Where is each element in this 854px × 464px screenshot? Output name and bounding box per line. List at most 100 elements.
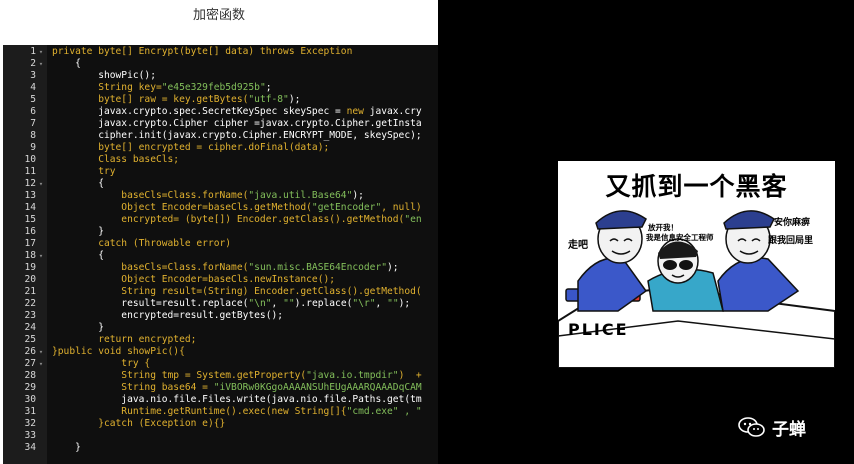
fold-toggle-icon[interactable]: ▾	[37, 358, 45, 370]
code-text: }catch (Exception e){}	[52, 418, 225, 430]
code-line: 2 ▾ {	[3, 58, 438, 70]
code-text: java.nio.file.Files.write(java.nio.file.…	[52, 394, 422, 406]
code-token: catch (Throwable error)	[52, 238, 232, 249]
watermark: 子蝉	[738, 414, 806, 440]
code-token: Runtime.getRuntime().exec(	[52, 406, 272, 417]
line-number: 24	[24, 322, 36, 333]
line-number: 4	[30, 82, 36, 93]
code-token: try {	[52, 358, 151, 369]
code-line: 7 javax.crypto.Cipher cipher =javax.cryp…	[3, 118, 438, 130]
code-text: }	[52, 322, 104, 334]
line-number: 25	[24, 334, 36, 345]
fold-toggle-icon[interactable]: ▾	[37, 58, 45, 70]
code-token: "\r"	[352, 298, 376, 309]
code-token: cipher.init(javax.crypto.Cipher.ENCRYPT_…	[52, 130, 422, 141]
line-number: 1	[30, 46, 36, 57]
code-token: result=result.replace(	[52, 298, 249, 309]
code-text: javax.crypto.spec.SecretKeySpec skeySpec…	[52, 106, 422, 118]
code-editor[interactable]: 1 ▾ private byte[] Encrypt(byte[] data) th…	[3, 45, 438, 464]
code-token: javax.crypto.Cipher cipher =javax.crypto…	[52, 118, 422, 129]
code-token: "utf-8"	[248, 94, 289, 105]
code-line: 16 }	[3, 226, 438, 238]
line-number: 33	[24, 430, 36, 441]
watermark-text: 子蝉	[772, 419, 806, 440]
code-line: 25 return encrypted;	[3, 334, 438, 346]
code-text: String base64 = "iVBORw0KGgoAAAANSUhEUgA…	[52, 382, 422, 394]
line-number: 23	[24, 310, 36, 321]
line-number: 27	[24, 358, 36, 369]
code-token: "iVBORw0KGgoAAAANSUhEUgAAARQAAADqCAM	[213, 382, 422, 393]
line-number: 26	[24, 346, 36, 357]
image-panel: 又抓到一个黑客 走吧 放开我！ 我是信息安全工程师 安你麻痹 跟我回局里 PLI…	[438, 0, 854, 464]
code-token: "getEncoder"	[311, 202, 382, 213]
code-line: 8 cipher.init(javax.crypto.Cipher.ENCRYP…	[3, 130, 438, 142]
line-number: 32	[24, 418, 36, 429]
code-line: 32 }catch (Exception e){}	[3, 418, 438, 430]
code-text: encrypted=result.getBytes();	[52, 310, 283, 322]
code-text: baseCls=Class.forName("java.util.Base64"…	[52, 190, 364, 202]
code-token: javax.crypto.spec.SecretKeySpec skeySpec…	[52, 106, 347, 117]
code-token: String base64 =	[52, 382, 214, 393]
code-token: showPic();	[52, 70, 156, 81]
code-token: byte[] encrypted = cipher.doFinal(data);	[52, 142, 330, 153]
line-number: 10	[24, 154, 36, 165]
fold-toggle-icon[interactable]: ▾	[37, 250, 45, 262]
line-number: 16	[24, 226, 36, 237]
code-text: showPic();	[52, 70, 156, 82]
code-text: encrypted= (byte[]) Encoder.getClass().g…	[52, 214, 421, 226]
fold-toggle-icon[interactable]: ▾	[37, 346, 45, 358]
line-number: 21	[24, 286, 36, 297]
line-number: 5	[30, 94, 36, 105]
code-text: Class baseCls;	[52, 154, 179, 166]
code-text: }	[52, 442, 81, 454]
line-number: 9	[30, 142, 36, 153]
code-token: String tmp = System.getProperty(	[52, 370, 307, 381]
code-line: 21 String result=(String) Encoder.getCla…	[3, 286, 438, 298]
code-token: {	[52, 58, 81, 69]
code-token: ,	[271, 298, 284, 309]
code-line: 14 Object Encoder=baseCls.getMethod("get…	[3, 202, 438, 214]
code-text: catch (Throwable error)	[52, 238, 231, 250]
code-token: }	[52, 322, 104, 333]
code-text: }public void showPic(){	[52, 346, 185, 358]
code-token: ,	[375, 298, 388, 309]
code-token: , null)	[381, 202, 422, 213]
code-text: Runtime.getRuntime().exec(new String[]{"…	[52, 406, 421, 418]
code-token: "cmd.exe"	[346, 406, 399, 417]
code-token: "\n"	[248, 298, 272, 309]
wechat-icon	[738, 417, 765, 437]
code-text: Object Encoder=baseCls.newInstance();	[52, 274, 335, 286]
code-token: java.nio.file.Files.write(java.nio.file.…	[52, 394, 422, 405]
code-token: ""	[387, 298, 399, 309]
code-text: javax.crypto.Cipher cipher =javax.crypto…	[52, 118, 422, 130]
code-token: baseCls=Class.forName(	[52, 262, 249, 273]
code-token: );	[288, 94, 301, 105]
line-number: 22	[24, 298, 36, 309]
fold-toggle-icon[interactable]: ▾	[37, 178, 45, 190]
code-token: new String[]{	[271, 406, 347, 417]
code-line: 9 byte[] encrypted = cipher.doFinal(data…	[3, 142, 438, 154]
code-token: encrypted= (byte[]) Encoder.getClass().g…	[52, 214, 405, 225]
code-text: return encrypted;	[52, 334, 196, 346]
line-number: 18	[24, 250, 36, 261]
code-token: String result=(String) Encoder.getClass(…	[52, 286, 422, 297]
code-token: ).replace(	[294, 298, 353, 309]
fold-toggle-icon[interactable]: ▾	[37, 46, 45, 58]
code-token: "sun.misc.BASE64Encoder"	[248, 262, 388, 273]
code-token: {	[52, 250, 104, 261]
code-panel: 加密函数 1 ▾ private byte[] Encrypt(byte[] dat…	[0, 0, 438, 464]
code-text: try	[52, 166, 115, 178]
code-token: ;	[265, 82, 272, 93]
code-line: 22 result=result.replace("\n", "" ).repla…	[3, 298, 438, 310]
line-number: 28	[24, 370, 36, 381]
line-number: 2	[30, 58, 36, 69]
code-token: javax.cry	[363, 106, 422, 117]
code-text: byte[] raw = key.getBytes("utf-8");	[52, 94, 300, 106]
code-line: 34 }	[3, 442, 438, 454]
code-token: }public void showPic(){	[52, 346, 185, 357]
code-line: 17 catch (Throwable error)	[3, 238, 438, 250]
code-token: Object Encoder=baseCls.getMethod(	[52, 202, 312, 213]
code-line: 31 Runtime.getRuntime().exec(new String[…	[3, 406, 438, 418]
code-line: 6 javax.crypto.spec.SecretKeySpec skeySp…	[3, 106, 438, 118]
code-token: }	[52, 226, 104, 237]
